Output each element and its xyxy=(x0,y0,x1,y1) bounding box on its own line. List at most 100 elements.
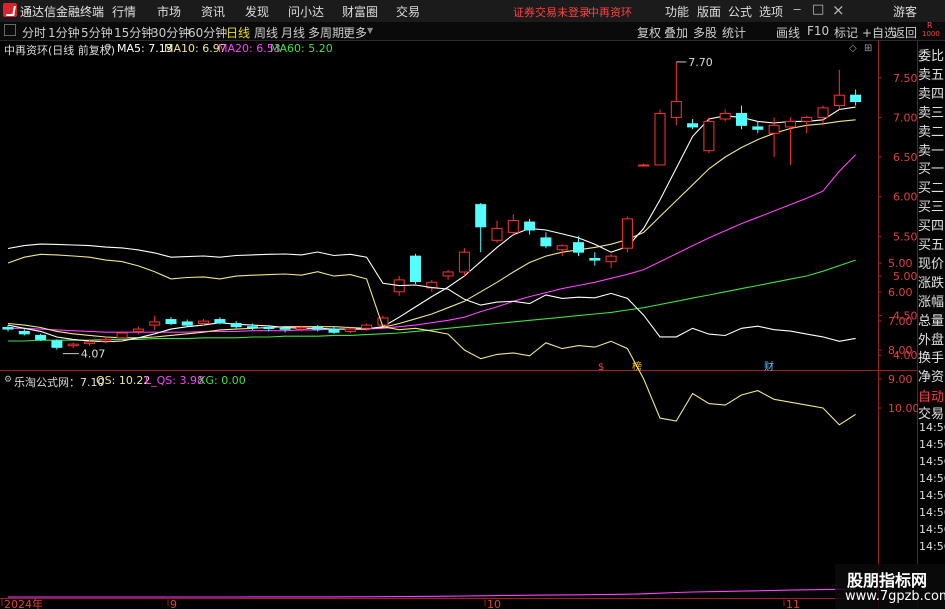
tool-draw-line[interactable]: 画线 xyxy=(776,24,800,41)
quote-label-2[interactable]: 卖四 xyxy=(918,82,945,101)
menu-function[interactable]: 功能 xyxy=(665,3,689,20)
candle-body xyxy=(670,101,682,118)
quote-label-7[interactable]: 买二 xyxy=(918,177,945,196)
quote-label-17[interactable]: 净资 xyxy=(918,366,945,385)
candle-body xyxy=(295,326,307,330)
period-5min[interactable]: 5分钟 xyxy=(81,24,113,41)
minimize-icon[interactable]: ‒ xyxy=(793,2,801,17)
candle-body xyxy=(100,338,112,342)
candle-body xyxy=(230,323,242,328)
right-panel-header: R 1000 xyxy=(918,21,945,40)
quote-label-13[interactable]: 涨幅 xyxy=(918,290,945,309)
auto-trade-label[interactable]: 自动 xyxy=(918,386,945,404)
period-multi[interactable]: 多周期 xyxy=(308,24,344,41)
period-intraday[interactable]: 分时 xyxy=(22,24,46,41)
candle-body xyxy=(344,328,356,332)
kline-chart[interactable]: 7.507.006.506.005.505.004.504.007.704.07… xyxy=(0,40,945,609)
menu-trade[interactable]: 交易 xyxy=(396,3,420,20)
tool-overlay[interactable]: 叠加 xyxy=(664,24,688,41)
tool-adjust[interactable]: 复权 xyxy=(637,24,661,41)
price-tick-label: 6.50 xyxy=(893,151,918,164)
time-axis-label: 14:56 xyxy=(919,506,945,519)
menu-layout[interactable]: 版面 xyxy=(697,3,721,20)
candle-body xyxy=(410,255,421,283)
quote-label-8[interactable]: 买三 xyxy=(918,196,945,215)
price-tick-label: 7.50 xyxy=(893,72,918,85)
diamond-icon[interactable]: ◇ xyxy=(849,43,857,54)
main-panel-title: 中再资环(日线 前复权) xyxy=(4,44,116,57)
close-icon[interactable]: × xyxy=(832,1,845,19)
maximize-icon[interactable]: □ xyxy=(812,2,824,17)
tool-f10[interactable]: F10 xyxy=(807,24,829,38)
menu-quotes[interactable]: 行情 xyxy=(112,3,136,20)
tool-mark[interactable]: 标记 xyxy=(834,24,858,41)
candle-body xyxy=(35,334,47,340)
trade-login-status[interactable]: 证券交易未登录 xyxy=(513,4,590,20)
period-weekly[interactable]: 周线 xyxy=(254,24,278,41)
candle-body xyxy=(736,112,747,126)
watermark-url: www.7gpzb.com xyxy=(845,589,945,604)
period-60min[interactable]: 60分钟 xyxy=(188,24,227,41)
quote-label-0[interactable]: 委比 xyxy=(918,45,945,63)
panel-toggle-icon[interactable] xyxy=(4,24,16,36)
candle-body xyxy=(328,328,340,333)
period-monthly[interactable]: 月线 xyxy=(281,24,305,41)
candle-body xyxy=(605,255,617,263)
menu-news[interactable]: 资讯 xyxy=(201,3,225,20)
high-price-label: 7.70 xyxy=(688,56,713,69)
line-l-qs xyxy=(8,588,856,598)
quote-label-11[interactable]: 现价 xyxy=(918,252,945,271)
period-30min[interactable]: 30分钟 xyxy=(151,24,190,41)
quote-label-14[interactable]: 总量 xyxy=(918,309,945,328)
expand-icon[interactable]: ⊞ xyxy=(864,43,872,54)
period-more[interactable]: 更多 xyxy=(343,24,367,41)
candle-body xyxy=(165,319,177,325)
menu-market[interactable]: 市场 xyxy=(157,3,181,20)
lqs-label: L_QS: 3.98 xyxy=(145,374,204,387)
menu-discover[interactable]: 发现 xyxy=(245,3,269,20)
menu-formula[interactable]: 公式 xyxy=(728,3,752,20)
time-axis-label: 14:56 xyxy=(919,421,945,434)
quote-label-3[interactable]: 卖三 xyxy=(918,101,945,120)
menu-wealth-circle[interactable]: 财富圈 xyxy=(342,3,378,20)
quote-label-10[interactable]: 买五 xyxy=(918,234,945,252)
quote-label-16[interactable]: 换手 xyxy=(918,347,945,366)
user-guest[interactable]: 游客 xyxy=(893,3,917,20)
candle-body xyxy=(263,326,275,329)
date-label: 9 xyxy=(170,598,177,609)
ma60-label: MA60: 5.20 xyxy=(270,42,333,55)
period-15min[interactable]: 15分钟 xyxy=(114,24,153,41)
tool-statistics[interactable]: 统计 xyxy=(722,24,746,41)
tool-add-watchlist[interactable]: +自选 xyxy=(862,24,896,41)
candle-body xyxy=(442,271,454,277)
candle-body xyxy=(84,341,95,344)
menu-options[interactable]: 选项 xyxy=(759,3,783,20)
trade-label[interactable]: 交易 xyxy=(918,403,945,421)
main-settings-icon[interactable]: ⚙ xyxy=(104,43,112,53)
date-label: 10 xyxy=(487,598,501,609)
sub-settings-icon[interactable]: ⚙ xyxy=(4,375,12,385)
period-daily[interactable]: 日线 xyxy=(226,24,250,41)
candle-body xyxy=(361,324,373,329)
quote-label-1[interactable]: 卖五 xyxy=(918,63,945,82)
time-axis-label: 14:56 xyxy=(919,523,945,536)
tool-multi-stock[interactable]: 多股 xyxy=(693,24,717,41)
quote-label-9[interactable]: 买四 xyxy=(918,215,945,234)
line-ma5 xyxy=(7,106,856,343)
sub-tick-label: 8.00 xyxy=(888,344,913,357)
quote-label-12[interactable]: 涨跌 xyxy=(918,271,945,290)
candle-body xyxy=(458,251,470,273)
quote-label-4[interactable]: 卖二 xyxy=(918,120,945,139)
menu-ask-xiaoda[interactable]: 问小达 xyxy=(288,3,324,20)
low-price-label: 4.07 xyxy=(81,348,106,361)
app-logo-icon xyxy=(3,3,17,17)
quote-label-5[interactable]: 卖一 xyxy=(918,139,945,158)
right-badge-1000: 1000 xyxy=(922,30,940,38)
candle-body xyxy=(573,242,584,253)
tool-back[interactable]: 返回 xyxy=(893,24,917,41)
quote-label-15[interactable]: 外盘 xyxy=(918,328,945,347)
quote-label-6[interactable]: 买一 xyxy=(918,158,945,177)
more-dropdown-icon[interactable]: ▼ xyxy=(367,26,373,35)
time-axis-label: 14:56 xyxy=(919,472,945,485)
period-1min[interactable]: 1分钟 xyxy=(48,24,80,41)
